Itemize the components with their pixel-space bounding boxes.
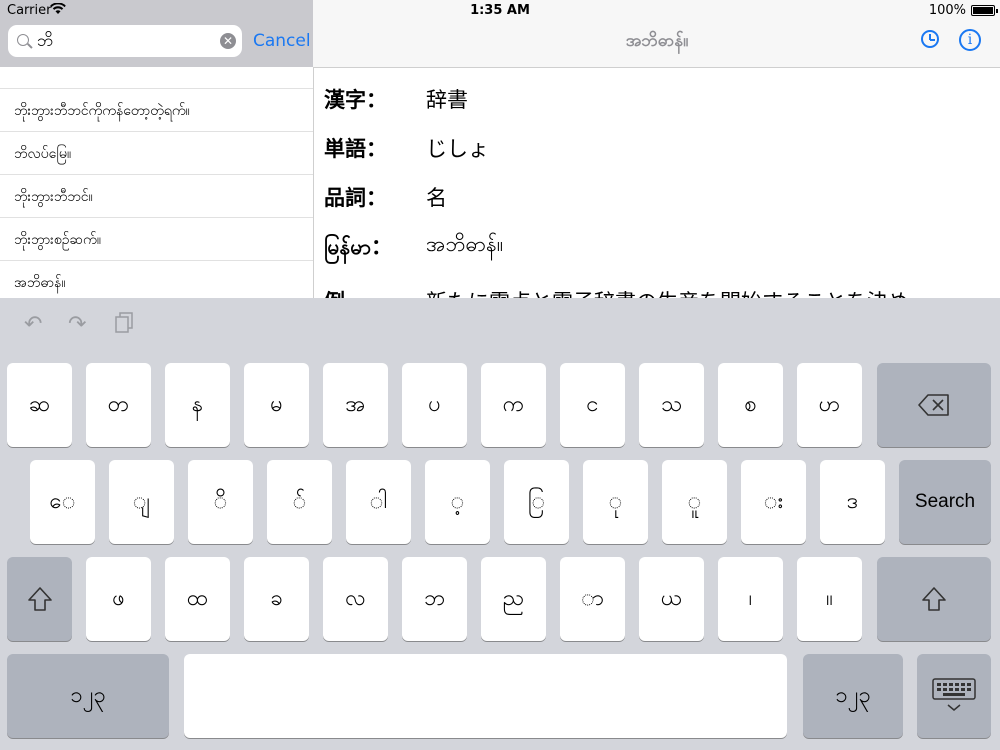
key[interactable]: ဘ	[402, 557, 467, 641]
key[interactable]: ဟ	[797, 363, 862, 447]
search-input[interactable]: ဘိ	[37, 30, 53, 55]
results-list: ဘိုးဘွားဘီဘင်ကိုကန်တော့တဲ့ရက်။ ဘိလပ်မြေ။…	[0, 67, 314, 300]
list-item[interactable]: ဘိုးဘွားဘီဘင်ကိုကန်တော့တဲ့ရက်။	[0, 88, 313, 132]
battery-percent: 100%	[928, 3, 966, 18]
clock: 1:35 AM	[470, 3, 530, 18]
key[interactable]: ါ	[346, 460, 411, 544]
backspace-icon	[918, 394, 949, 416]
battery-icon	[971, 5, 998, 16]
key[interactable]: ၊	[718, 557, 783, 641]
key[interactable]: ပ	[402, 363, 467, 447]
keyboard-dismiss-icon	[932, 678, 976, 711]
numbers-key-left[interactable]: ၁၂၃	[7, 654, 169, 738]
status-bar: Carrier 1:35 AM 100%	[0, 0, 1000, 22]
key[interactable]: သ	[639, 363, 704, 447]
nav-title: အဘိဓာန်။	[625, 31, 689, 51]
key[interactable]: စ	[718, 363, 783, 447]
key[interactable]: ည	[481, 557, 546, 641]
keyboard-shortcut-bar: ↶ ↷	[0, 298, 1000, 353]
key[interactable]: ြ	[504, 460, 569, 544]
key[interactable]: ေ	[30, 460, 95, 544]
field-label: 品詞：	[324, 186, 387, 210]
redo-icon[interactable]: ↷	[68, 312, 86, 337]
shift-key-left[interactable]	[7, 557, 72, 641]
cancel-button[interactable]: Cancel	[253, 31, 311, 51]
key[interactable]: အ	[323, 363, 388, 447]
key[interactable]: ်	[267, 460, 332, 544]
key[interactable]: မ	[244, 363, 309, 447]
undo-icon[interactable]: ↶	[24, 312, 42, 337]
key[interactable]: ဖ	[86, 557, 151, 641]
field-value: じしょ	[426, 137, 489, 161]
field-value: 辞書	[426, 88, 468, 112]
detail-pane: 漢字： 辞書 単語： じしょ 品詞： 名 မြန်မာ： အဘိဓာန်။ 例 …	[314, 68, 1000, 300]
dismiss-keyboard-key[interactable]	[917, 654, 991, 738]
key[interactable]: း	[741, 460, 806, 544]
key[interactable]: င	[560, 363, 625, 447]
search-field[interactable]: ဘိ ✕	[8, 25, 242, 57]
field-value: 名	[426, 186, 447, 210]
key[interactable]: ူ	[662, 460, 727, 544]
key[interactable]: ိ	[188, 460, 253, 544]
key[interactable]: ု	[583, 460, 648, 544]
numbers-key-right[interactable]: ၁၂၃	[803, 654, 903, 738]
list-item[interactable]: ဘိုးဘွားဘီဘင်။	[0, 174, 313, 218]
space-key[interactable]	[184, 654, 787, 738]
history-icon[interactable]	[921, 30, 939, 48]
clear-icon[interactable]: ✕	[220, 33, 236, 49]
key[interactable]: ာ	[560, 557, 625, 641]
key[interactable]: လ	[323, 557, 388, 641]
shift-icon	[922, 587, 946, 611]
key[interactable]: ့	[425, 460, 490, 544]
list-item[interactable]: ဘိုးဘွားစဉ်ဆက်။	[0, 217, 313, 261]
field-label: 漢字：	[324, 88, 387, 112]
list-item[interactable]: ဘိလပ်မြေ။	[0, 131, 313, 175]
info-icon[interactable]: i	[959, 29, 981, 51]
search-icon	[17, 34, 29, 46]
backspace-key[interactable]	[877, 363, 991, 447]
key[interactable]: ဒ	[820, 460, 885, 544]
field-label: 単語：	[324, 137, 387, 161]
field-label: မြန်မာ：	[324, 235, 393, 259]
key[interactable]: ထ	[165, 557, 230, 641]
key[interactable]: ဆ	[7, 363, 72, 447]
paste-icon[interactable]	[114, 312, 134, 340]
keyboard: ဆ တ န မ အ ပ က င သ စ ဟ ေ ျ ိ ် ါ ့ ြ ု ူ …	[0, 353, 1000, 750]
shift-icon	[27, 587, 52, 611]
key[interactable]: န	[165, 363, 230, 447]
key[interactable]: ။	[797, 557, 862, 641]
search-key[interactable]: Search	[899, 460, 991, 544]
field-value: အဘိဓာန်။	[426, 232, 504, 256]
key[interactable]: က	[481, 363, 546, 447]
key[interactable]: ယ	[639, 557, 704, 641]
key[interactable]: ျ	[109, 460, 174, 544]
shift-key-right[interactable]	[877, 557, 991, 641]
key[interactable]: ခ	[244, 557, 309, 641]
key[interactable]: တ	[86, 363, 151, 447]
